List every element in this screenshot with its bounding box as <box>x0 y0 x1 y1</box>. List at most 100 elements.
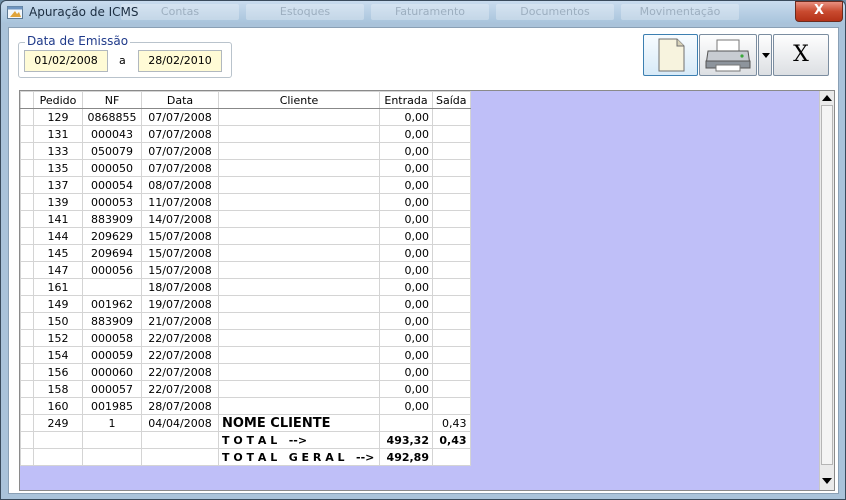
cell-entrada[interactable] <box>379 414 433 432</box>
cell-cliente[interactable] <box>218 142 380 160</box>
total-geral-entrada[interactable]: 492,89 <box>379 448 433 466</box>
table-row[interactable]: 135 000050 07/07/2008 0,00 <box>20 159 471 177</box>
cell-data[interactable]: 07/07/2008 <box>141 108 219 126</box>
cell-nf[interactable]: 000050 <box>82 159 142 177</box>
table-row[interactable]: 154 000059 22/07/2008 0,00 <box>20 346 471 364</box>
cell-entrada[interactable]: 0,00 <box>379 108 433 126</box>
row-indicator[interactable] <box>20 380 34 398</box>
column-header-entrada[interactable]: Entrada <box>379 91 433 109</box>
cell-nf[interactable] <box>82 448 142 466</box>
cell-data[interactable]: 14/07/2008 <box>141 210 219 228</box>
cell-saida[interactable] <box>432 363 471 381</box>
cell-data[interactable]: 22/07/2008 <box>141 329 219 347</box>
cell-nf[interactable]: 000060 <box>82 363 142 381</box>
cell-entrada[interactable]: 0,00 <box>379 346 433 364</box>
cell-cliente[interactable] <box>218 193 380 211</box>
column-header-data[interactable]: Data <box>141 91 219 109</box>
grid-vertical-scrollbar[interactable] <box>819 91 834 490</box>
row-indicator[interactable] <box>20 193 34 211</box>
cell-entrada[interactable]: 0,00 <box>379 227 433 245</box>
row-indicator[interactable] <box>20 142 34 160</box>
scrollbar-thumb[interactable] <box>821 105 833 465</box>
cell-nf[interactable] <box>82 278 142 296</box>
cell-pedido[interactable]: 249 <box>33 414 83 432</box>
cell-cliente[interactable] <box>218 278 380 296</box>
cell-entrada[interactable]: 0,00 <box>379 210 433 228</box>
table-row[interactable]: 152 000058 22/07/2008 0,00 <box>20 329 471 347</box>
cell-entrada[interactable]: 0,00 <box>379 397 433 415</box>
cell-nf[interactable]: 000058 <box>82 329 142 347</box>
print-options-dropdown[interactable] <box>758 34 772 76</box>
cell-pedido[interactable]: 129 <box>33 108 83 126</box>
cell-entrada[interactable]: 0,00 <box>379 244 433 262</box>
cell-saida[interactable] <box>432 346 471 364</box>
row-indicator[interactable] <box>20 278 34 296</box>
cell-data[interactable]: 21/07/2008 <box>141 312 219 330</box>
table-row[interactable]: 141 883909 14/07/2008 0,00 <box>20 210 471 228</box>
cell-entrada[interactable]: 0,00 <box>379 278 433 296</box>
row-indicator[interactable] <box>20 295 34 313</box>
column-header-nf[interactable]: NF <box>82 91 142 109</box>
cell-cliente[interactable] <box>218 176 380 194</box>
cell-nf[interactable]: 001985 <box>82 397 142 415</box>
cell-saida[interactable] <box>432 210 471 228</box>
cell-pedido[interactable]: 154 <box>33 346 83 364</box>
table-row[interactable]: 144 209629 15/07/2008 0,00 <box>20 227 471 245</box>
cell-cliente[interactable] <box>218 244 380 262</box>
cell-data[interactable]: 15/07/2008 <box>141 227 219 245</box>
cell-nf[interactable] <box>82 431 142 449</box>
table-row[interactable]: 150 883909 21/07/2008 0,00 <box>20 312 471 330</box>
cell-entrada[interactable]: 0,00 <box>379 176 433 194</box>
cell-entrada[interactable]: 0,00 <box>379 159 433 177</box>
cell-nf[interactable]: 000057 <box>82 380 142 398</box>
cell-data[interactable]: 07/07/2008 <box>141 159 219 177</box>
cell-nf[interactable]: 000059 <box>82 346 142 364</box>
cell-saida[interactable] <box>432 159 471 177</box>
cell-pedido[interactable]: 149 <box>33 295 83 313</box>
cell-pedido[interactable]: 135 <box>33 159 83 177</box>
cell-saida[interactable] <box>432 142 471 160</box>
row-indicator[interactable] <box>20 312 34 330</box>
table-row[interactable]: 147 000056 15/07/2008 0,00 <box>20 261 471 279</box>
total-label[interactable]: T O T A L --> <box>218 431 380 449</box>
row-indicator[interactable] <box>20 346 34 364</box>
cell-nf[interactable]: 209694 <box>82 244 142 262</box>
cell-data[interactable]: 11/07/2008 <box>141 193 219 211</box>
cell-saida[interactable] <box>432 329 471 347</box>
cell-cliente[interactable] <box>218 397 380 415</box>
cell-entrada[interactable]: 0,00 <box>379 363 433 381</box>
table-row[interactable]: 137 000054 08/07/2008 0,00 <box>20 176 471 194</box>
cell-nf[interactable]: 1 <box>82 414 142 432</box>
cell-data[interactable] <box>141 448 219 466</box>
cell-data[interactable]: 07/07/2008 <box>141 142 219 160</box>
row-indicator[interactable] <box>20 108 34 126</box>
cell-data[interactable]: 19/07/2008 <box>141 295 219 313</box>
table-row[interactable]: 160 001985 28/07/2008 0,00 <box>20 397 471 415</box>
cell-saida[interactable] <box>432 312 471 330</box>
cell-pedido[interactable]: 161 <box>33 278 83 296</box>
table-row[interactable]: 131 000043 07/07/2008 0,00 <box>20 125 471 143</box>
cell-saida[interactable] <box>432 261 471 279</box>
row-indicator[interactable] <box>20 227 34 245</box>
cell-data[interactable]: 22/07/2008 <box>141 363 219 381</box>
cell-saida[interactable] <box>432 176 471 194</box>
cell-cliente[interactable] <box>218 295 380 313</box>
cell-saida[interactable] <box>432 125 471 143</box>
cell-cliente[interactable] <box>218 261 380 279</box>
date-from-field[interactable]: 01/02/2008 <box>24 50 108 72</box>
window-close-button[interactable]: X <box>795 1 843 22</box>
column-header-pedido[interactable]: Pedido <box>33 91 83 109</box>
cell-saida[interactable] <box>432 278 471 296</box>
cell-nf[interactable]: 000054 <box>82 176 142 194</box>
date-to-field[interactable]: 28/02/2010 <box>138 50 222 72</box>
row-indicator[interactable] <box>20 431 34 449</box>
cell-cliente[interactable] <box>218 227 380 245</box>
table-row[interactable]: 158 000057 22/07/2008 0,00 <box>20 380 471 398</box>
cell-data[interactable]: 08/07/2008 <box>141 176 219 194</box>
cell-pedido[interactable]: 131 <box>33 125 83 143</box>
row-indicator[interactable] <box>20 125 34 143</box>
total-geral-label[interactable]: T O T A L G E R A L --> <box>218 448 380 466</box>
cell-cliente[interactable] <box>218 329 380 347</box>
cell-saida[interactable] <box>432 380 471 398</box>
row-indicator[interactable] <box>20 261 34 279</box>
